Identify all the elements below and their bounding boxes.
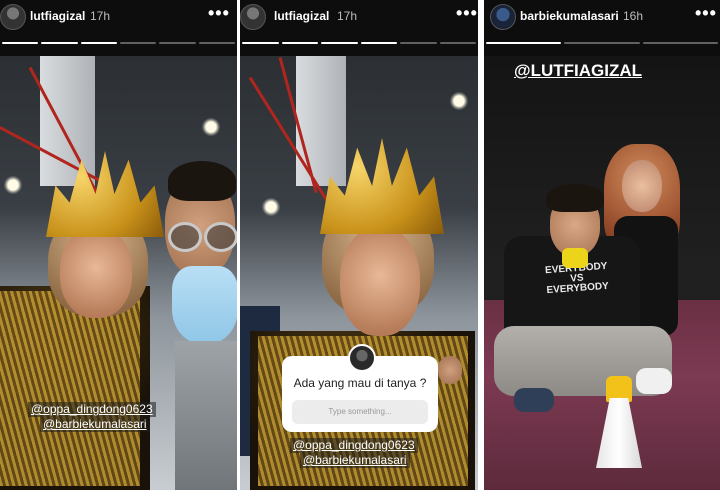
story-progress-bar	[240, 42, 478, 44]
post-time: 16h	[623, 9, 644, 23]
progress-segment	[242, 42, 279, 44]
girl-face	[622, 160, 662, 212]
more-dots-icon[interactable]: •••	[456, 3, 478, 24]
progress-segment	[119, 42, 157, 44]
story-panel-2[interactable]: lutfiagizal 17h ••• Ada yang mau di tany…	[240, 0, 478, 490]
mention-tag[interactable]: @barbiekumalasari	[40, 417, 150, 432]
progress-segment	[41, 42, 78, 44]
progress-segment	[198, 42, 235, 44]
progress-segment	[400, 42, 437, 44]
ceiling-duct	[40, 56, 95, 186]
username[interactable]: barbiekumalasari	[520, 9, 619, 23]
ceiling-lamp	[202, 118, 220, 136]
story-image: EVERYBODY VS EVERYBODY	[484, 56, 720, 490]
gold-lace	[0, 291, 140, 486]
caption-mention[interactable]: @LUTFIAGIZAL	[514, 60, 642, 82]
ceiling-lamp	[4, 176, 22, 194]
username[interactable]: lutfiagizal	[30, 9, 85, 23]
bystander-face	[438, 356, 462, 384]
story-progress-bar	[0, 42, 237, 44]
progress-segment	[486, 42, 562, 44]
story-header: lutfiagizal 17h •••	[0, 0, 237, 56]
sunglasses	[168, 222, 202, 252]
progress-segment	[360, 42, 397, 44]
username[interactable]: lutfiagizal	[274, 9, 329, 23]
question-answer-input[interactable]: Type something...	[292, 400, 428, 424]
sunglasses	[204, 222, 237, 252]
mention-tag[interactable]: @oppa_dingdong0623	[290, 438, 418, 453]
progress-segment	[564, 42, 640, 44]
woman-face	[340, 226, 420, 336]
megaphone	[596, 376, 642, 468]
progress-segment	[321, 42, 358, 44]
story-header: barbiekumalasari 16h •••	[484, 0, 720, 56]
story-panel-3[interactable]: barbiekumalasari 16h ••• EVERYBODY VS EVER…	[484, 0, 720, 490]
woman-face	[60, 226, 132, 318]
story-progress-bar	[484, 42, 720, 44]
ceiling-lamp	[262, 198, 280, 216]
story-panel-1[interactable]: lutfiagizal 17h ••• @oppa_dingdong0623 @…	[0, 0, 237, 490]
progress-segment	[439, 42, 476, 44]
face-mask	[172, 266, 237, 344]
headphones	[562, 248, 588, 268]
progress-segment	[2, 42, 39, 44]
profile-avatar[interactable]	[0, 4, 26, 30]
post-time: 17h	[90, 9, 111, 23]
post-time: 17h	[337, 9, 358, 23]
mention-tag[interactable]: @oppa_dingdong0623	[28, 402, 156, 417]
progress-segment	[281, 42, 318, 44]
shoe	[514, 388, 554, 412]
profile-avatar[interactable]	[240, 4, 266, 30]
question-prompt: Ada yang mau di tanya ?	[293, 376, 427, 390]
boy-hair	[546, 184, 604, 212]
profile-avatar[interactable]	[490, 4, 516, 30]
more-dots-icon[interactable]: •••	[695, 3, 717, 24]
ceiling-lamp	[450, 92, 468, 110]
story-header: lutfiagizal 17h •••	[240, 0, 478, 56]
question-sticker-avatar	[348, 344, 376, 372]
progress-segment	[642, 42, 718, 44]
mention-tag[interactable]: @barbiekumalasari	[300, 453, 410, 468]
progress-segment	[80, 42, 117, 44]
man-shirt	[175, 341, 237, 490]
man-hair	[168, 161, 236, 201]
progress-segment	[159, 42, 196, 44]
more-dots-icon[interactable]: •••	[208, 3, 230, 24]
